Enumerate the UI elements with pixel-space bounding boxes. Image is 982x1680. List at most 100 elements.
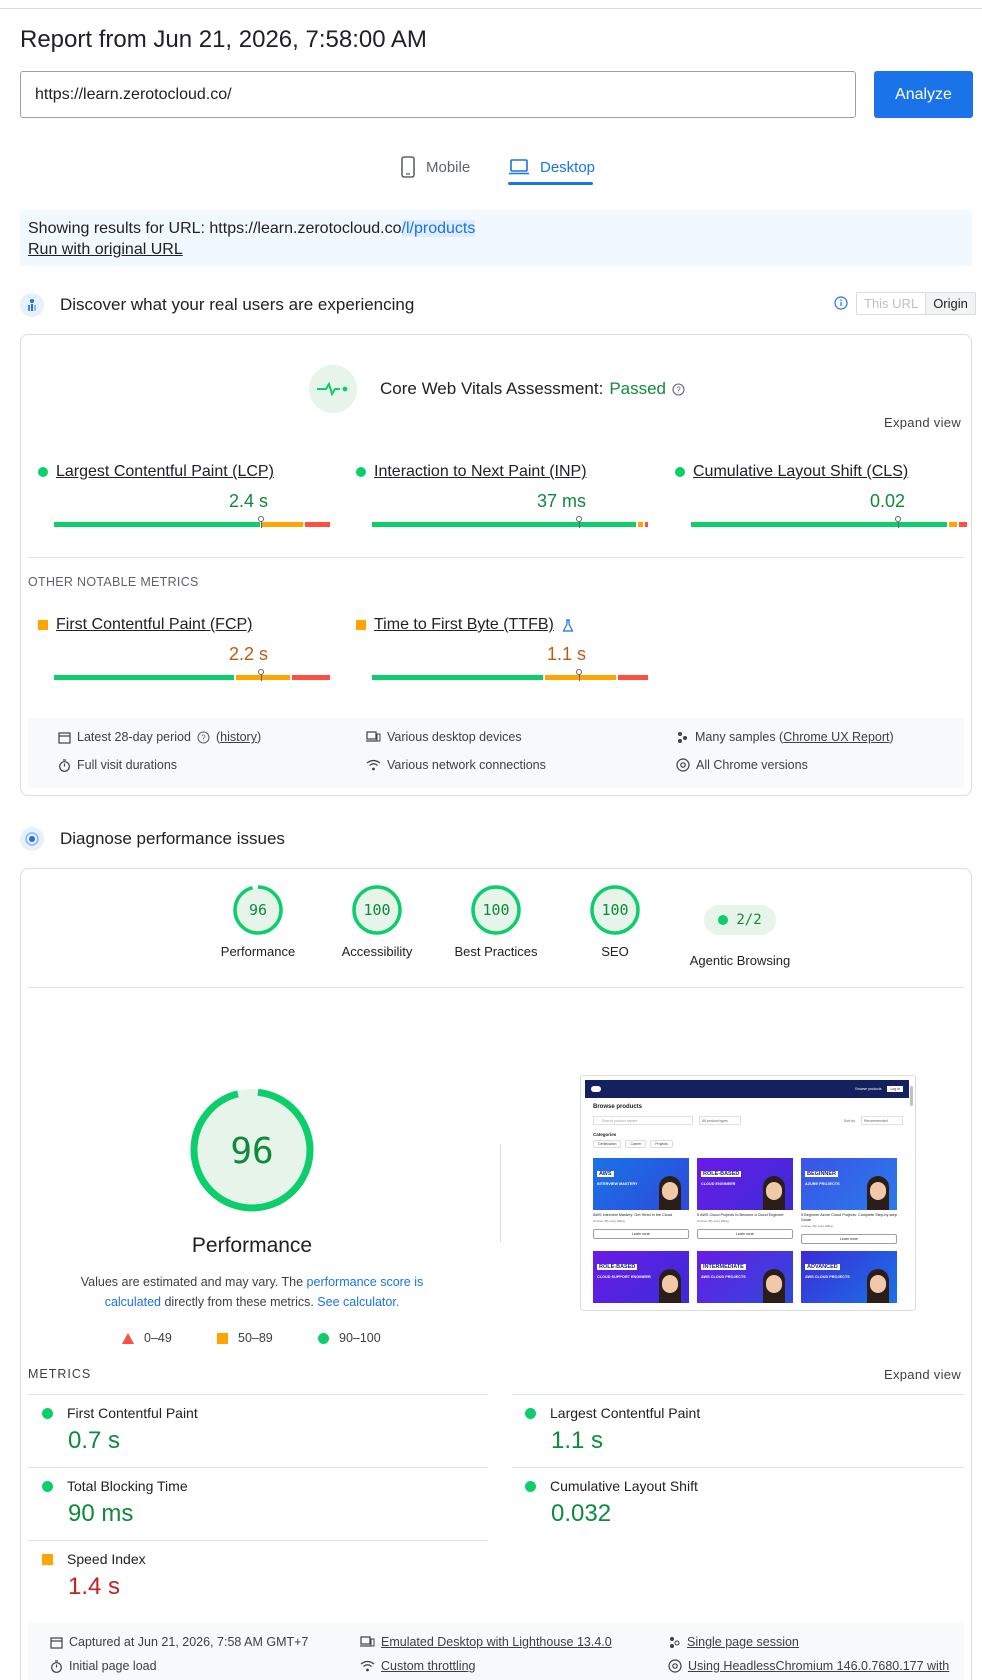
- field-metric-label[interactable]: Time to First Byte (TTFB): [356, 616, 632, 634]
- distribution-segments: [54, 675, 330, 680]
- lab-metric-name: Cumulative Layout Shift: [550, 1478, 698, 1494]
- samples-icon: [678, 731, 687, 743]
- chrome-ux-report-link[interactable]: Chrome UX Report: [783, 730, 889, 744]
- score-gauge-ring: 100: [352, 885, 402, 935]
- lab-footer-emulated-link[interactable]: Emulated Desktop with Lighthouse 13.4.0: [381, 1635, 612, 1649]
- lab-footer-using-link[interactable]: Using HeadlessChromium 146.0.7680.177 wi…: [688, 1659, 949, 1673]
- toggle-origin[interactable]: Origin: [925, 293, 975, 314]
- lab-metric-value: 90 ms: [68, 1500, 134, 1527]
- lab-footer-initial: Initial page load: [50, 1659, 157, 1673]
- thumb-card-badge: AWS: [597, 1171, 614, 1177]
- tab-mobile-label: Mobile: [426, 158, 471, 176]
- average-square-icon: [38, 620, 48, 630]
- lab-footer-initial-text: Initial page load: [69, 1659, 157, 1673]
- good-dot-icon: [675, 467, 685, 477]
- footer-network-text: Various network connections: [387, 758, 546, 772]
- thumb-cards: AWS INTERVIEW MASTERY AWS Interview Master…: [593, 1158, 903, 1303]
- tab-desktop[interactable]: Desktop: [508, 148, 595, 186]
- thumb-card-face: [870, 1182, 886, 1200]
- lab-metric: Total Blocking Time 90 ms: [42, 1478, 462, 1528]
- field-footer: [28, 718, 964, 788]
- poor-segment: [291, 675, 330, 680]
- help-icon[interactable]: ?: [197, 730, 210, 744]
- thumb-categories: Categories: [593, 1132, 617, 1137]
- footer-chrome: All Chrome versions: [676, 758, 808, 772]
- score-value: 100: [482, 901, 509, 919]
- distribution-bar: [54, 516, 331, 528]
- field-metric-value: 2.4 s: [228, 491, 268, 511]
- score-gauge[interactable]: 100 Accessibility: [322, 884, 432, 959]
- distribution-bar: [372, 669, 648, 681]
- lab-metric-label: First Contentful Paint: [42, 1405, 462, 1421]
- tab-mobile[interactable]: Mobile: [400, 148, 470, 186]
- agentic-value: 2/2: [736, 912, 762, 928]
- distribution-segments: [691, 522, 967, 527]
- poor-segment: [645, 522, 648, 527]
- thumb-chips: Certification Career Projects: [593, 1140, 903, 1148]
- samples-suffix: ): [889, 730, 894, 744]
- field-metric: Largest Contentful Paint (LCP) 2.4 s: [38, 463, 331, 528]
- thumb-card-image: AWS INTERVIEW MASTERY: [593, 1158, 689, 1210]
- wifi-icon: [366, 759, 381, 771]
- history-link[interactable]: history: [220, 730, 257, 744]
- score-value: 100: [363, 901, 390, 919]
- toggle-this-url[interactable]: This URL: [857, 293, 925, 314]
- thumb-card-face: [662, 1182, 678, 1200]
- legend-average: 50–89: [217, 1331, 273, 1345]
- distribution-segments: [372, 522, 648, 527]
- score-gauge-ring: 100: [590, 885, 640, 935]
- help-icon[interactable]: ?: [672, 382, 685, 396]
- lab-metric-value: 0.7 s: [68, 1427, 121, 1454]
- thumb-card-title: AWS Interview Mastery: Get Hired in the …: [593, 1213, 672, 1217]
- lab-footer-session-link[interactable]: Single page session: [687, 1635, 799, 1649]
- lab-metrics-rule: [28, 1394, 488, 1395]
- good-dot-icon: [356, 467, 366, 477]
- agentic-badge[interactable]: 2/2: [704, 905, 776, 935]
- good-dot-icon: [42, 1407, 53, 1419]
- gauge-screenshot-divider: [500, 1144, 501, 1242]
- experimental-flask-icon: [562, 618, 574, 632]
- thumb-nav-link: Browse products: [855, 1087, 882, 1091]
- lab-metrics-rule: [512, 1394, 964, 1395]
- info-icon[interactable]: [834, 296, 848, 315]
- distribution-bar: [691, 516, 967, 528]
- field-metric-label[interactable]: First Contentful Paint (FCP): [38, 616, 314, 634]
- url-input[interactable]: [20, 71, 856, 118]
- analyze-button[interactable]: Analyze: [874, 71, 973, 118]
- field-metric-label[interactable]: Interaction to Next Paint (INP): [356, 463, 632, 481]
- field-metric-label[interactable]: Cumulative Layout Shift (CLS): [675, 463, 951, 481]
- thumb-card-meta: Course • By Lucy Wang: [697, 1219, 729, 1223]
- lab-metric: First Contentful Paint 0.7 s: [42, 1405, 462, 1455]
- lab-metrics-rule: [28, 1467, 488, 1468]
- p75-marker: [576, 669, 582, 681]
- lab-metric-name: Speed Index: [67, 1551, 146, 1567]
- lab-footer-captured-text: Captured at Jun 21, 2026, 7:58 AM GMT+7: [69, 1635, 309, 1649]
- score-gauge-ring: 96: [233, 885, 283, 935]
- circle-icon: [318, 1332, 329, 1344]
- lab-footer-emulated: Emulated Desktop with Lighthouse 13.4.0: [360, 1635, 612, 1649]
- score-gauge[interactable]: 100 Best Practices: [441, 884, 551, 959]
- session-icon: [670, 1636, 680, 1648]
- field-metric-name: Largest Contentful Paint (LCP): [56, 463, 274, 480]
- lab-expand-view[interactable]: Expand view: [884, 1367, 961, 1382]
- footer-durations: Full visit durations: [58, 758, 177, 772]
- run-original-url-link[interactable]: Run with original URL: [28, 241, 183, 258]
- distribution-bar: [372, 516, 648, 528]
- phone-icon: [401, 156, 415, 178]
- average-segment: [948, 522, 957, 527]
- url-redirect-notice: Showing results for URL: https://learn.z…: [20, 210, 972, 266]
- cwv-label: Core Web Vitals Assessment:: [380, 379, 604, 398]
- poor-segment: [305, 522, 331, 527]
- thumb-card-face: [766, 1275, 782, 1293]
- score-gauge[interactable]: 100 SEO: [560, 884, 670, 959]
- field-expand-view[interactable]: Expand view: [884, 415, 961, 430]
- thumb-chip: Certification: [593, 1140, 622, 1148]
- p75-marker: [895, 516, 901, 528]
- good-segment: [691, 522, 947, 527]
- score-gauge[interactable]: 96 Performance: [203, 884, 313, 959]
- field-metric: Time to First Byte (TTFB) 1.1 s: [356, 616, 648, 681]
- field-metric-label[interactable]: Largest Contentful Paint (LCP): [38, 463, 314, 481]
- lab-footer-throttling-link[interactable]: Custom throttling: [381, 1659, 475, 1673]
- other-metrics-heading: OTHER NOTABLE METRICS: [28, 575, 199, 589]
- see-calculator-link[interactable]: See calculator.: [317, 1295, 399, 1309]
